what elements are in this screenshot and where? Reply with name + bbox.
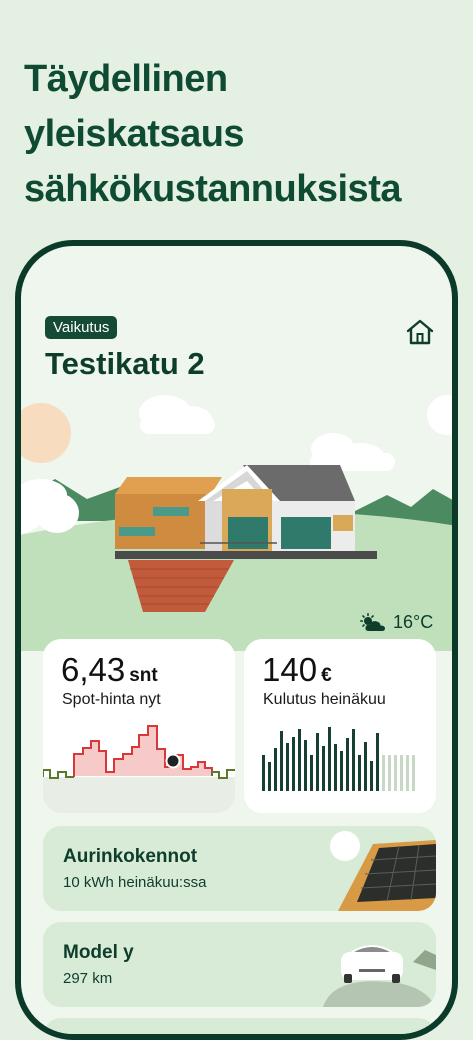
- headline-line-1: Täydellinen: [24, 58, 228, 100]
- headline-line-3: sähkökustannuksista: [24, 168, 401, 210]
- phone-frame: Vaikutus Testikatu 2 16°C 6,43 snt Spot-h…: [15, 240, 458, 1040]
- temperature: 16°C: [393, 612, 434, 632]
- car-illustration: [323, 945, 436, 1007]
- solar-panels-card[interactable]: Aurinkokennot 10 kWh heinäkuu:ssa: [43, 826, 436, 911]
- headline-line-2: yleiskatsaus: [24, 113, 245, 155]
- spot-price-label: Spot-hinta nyt: [62, 691, 161, 708]
- car-range: 297 km: [63, 970, 113, 987]
- car-model: Model y: [63, 942, 134, 963]
- headline: Täydellinen yleiskatsaus sähkökustannuks…: [24, 52, 454, 217]
- home-icon[interactable]: [405, 318, 435, 346]
- consumption-cost-label: Kulutus heinäkuu: [263, 691, 386, 708]
- daily-consumption-chart: [262, 727, 415, 791]
- spot-price-card[interactable]: 6,43 snt Spot-hinta nyt: [43, 639, 235, 813]
- weather-widget: 16°C: [359, 612, 433, 633]
- car-card[interactable]: Model y 297 km: [43, 922, 436, 1007]
- partly-cloudy-icon: [359, 612, 385, 631]
- property-badge: Vaikutus: [45, 316, 118, 339]
- property-address: Testikatu 2: [45, 346, 205, 381]
- next-card[interactable]: [43, 1018, 436, 1034]
- solar-panels-production: 10 kWh heinäkuu:ssa: [63, 874, 207, 891]
- solar-panel-illustration: [330, 831, 436, 911]
- spot-price-chart: [43, 725, 235, 813]
- solar-panels-title: Aurinkokennot: [63, 846, 198, 867]
- consumption-cost-card[interactable]: 140 € Kulutus heinäkuu: [244, 639, 436, 813]
- spot-price-value: 6,43 snt: [61, 651, 158, 688]
- consumption-cost-value: 140 €: [262, 651, 332, 688]
